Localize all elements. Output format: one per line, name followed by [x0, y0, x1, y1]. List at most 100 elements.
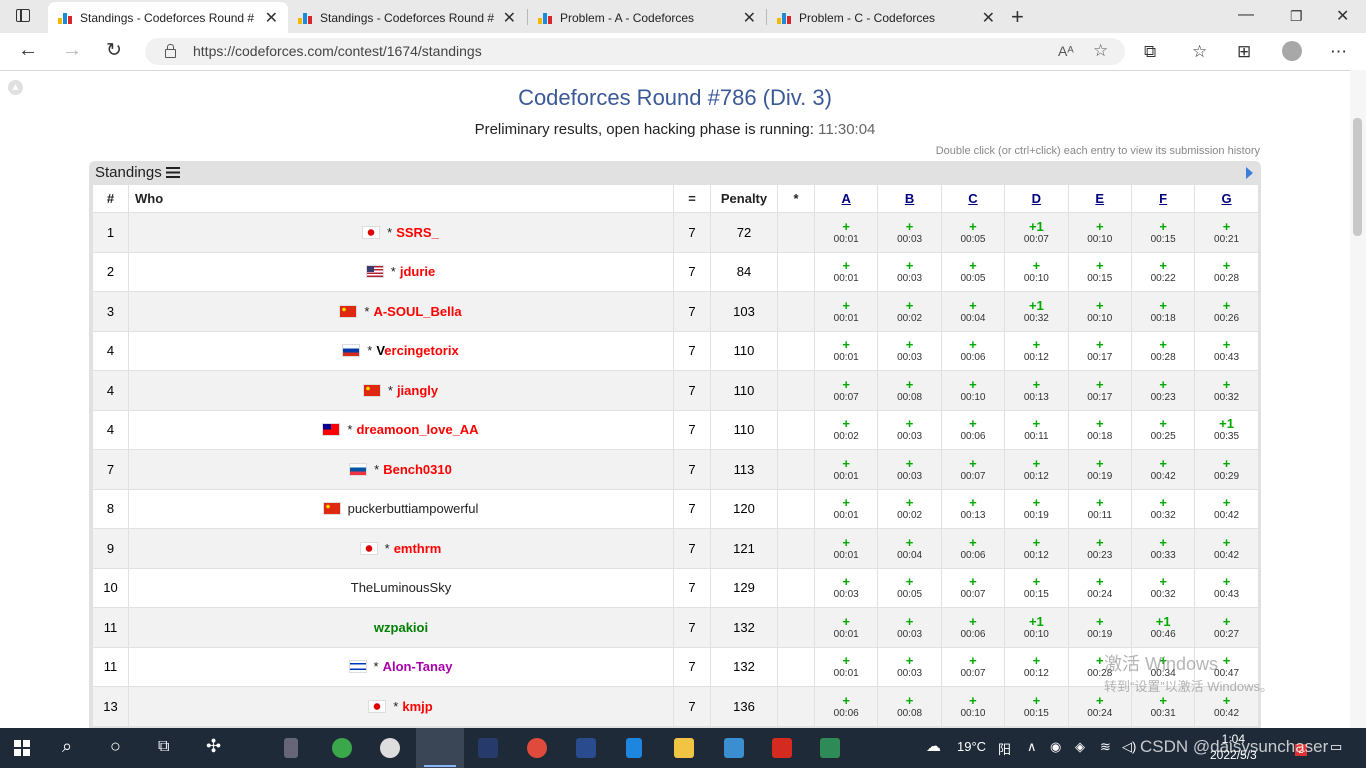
scrollbar-thumb[interactable] [1353, 118, 1362, 236]
problem-result-cell[interactable]: +00:12 [1004, 449, 1069, 490]
problem-result-cell[interactable]: +00:01 [813, 607, 879, 648]
problem-result-cell[interactable]: +00:03 [877, 449, 942, 490]
standings-row[interactable]: 3 * A-SOUL_Bella 7 103 +00:01 +00:02 +00:04 +1 00… [92, 291, 1259, 332]
standings-row[interactable]: 4 * dreamoon_love_AA 7 110 +00:02 +00:03 +00:06… [92, 409, 1259, 450]
problem-result-cell[interactable]: +00:01 [813, 646, 879, 687]
problem-result-cell[interactable]: +00:07 [940, 449, 1006, 490]
read-aloud-icon[interactable]: Aᴬ [1058, 43, 1074, 59]
lock-icon[interactable] [165, 44, 176, 58]
problem-result-cell[interactable]: +00:12 [1004, 646, 1069, 687]
problem-result-cell[interactable]: +00:02 [813, 409, 879, 450]
tab-standings-2[interactable]: Standings - Codeforces Round # ✕ [288, 2, 526, 33]
profile-avatar[interactable] [1282, 41, 1302, 61]
problem-result-cell[interactable]: +00:06 [940, 330, 1006, 371]
problem-result-cell[interactable]: +1 00:46 [1130, 607, 1196, 648]
problem-result-cell[interactable]: +00:06 [813, 686, 879, 727]
problem-result-cell[interactable]: +00:03 [877, 646, 942, 687]
standings-row[interactable]: 10 TheLuminousSky 7 129 +00:03 +00:05 +00:07 +0… [92, 567, 1259, 608]
participant-handle[interactable]: SSRS_ [396, 225, 439, 240]
problem-result-cell[interactable]: +00:11 [1004, 409, 1069, 450]
problem-result-cell[interactable]: +1 00:07 [1004, 212, 1069, 253]
back-icon[interactable]: ← [18, 39, 38, 62]
problem-result-cell[interactable]: +00:07 [813, 370, 879, 411]
close-tab-icon[interactable]: ✕ [982, 8, 995, 28]
participant-handle[interactable]: dreamoon_love_AA [356, 422, 478, 437]
participant-handle[interactable]: Vercingetorix [376, 343, 458, 358]
problem-result-cell[interactable]: +00:02 [877, 488, 942, 529]
problem-result-cell[interactable]: +00:03 [877, 212, 942, 253]
problem-result-cell[interactable]: +00:18 [1067, 409, 1132, 450]
standings-row[interactable]: 4 * jiangly 7 110 +00:07 +00:08 +00:10 +00:13 +00… [92, 370, 1259, 411]
problem-d-link[interactable]: D [1032, 191, 1041, 206]
problem-result-cell[interactable]: +00:42 [1194, 488, 1259, 529]
problem-result-cell[interactable]: +00:32 [1194, 370, 1259, 411]
standings-row[interactable]: 7 * Bench0310 7 113 +00:01 +00:03 +00:07 +00:12 +… [92, 449, 1259, 490]
participant-handle[interactable]: Bench0310 [383, 462, 452, 477]
problem-result-cell[interactable]: +00:24 [1067, 567, 1132, 608]
participant-handle[interactable]: TheLuminousSky [351, 580, 451, 595]
extensions-icon[interactable]: ⧉ [1144, 42, 1156, 62]
problem-result-cell[interactable]: +00:15 [1067, 251, 1132, 292]
tab-standings-active[interactable]: Standings - Codeforces Round # ✕ [48, 2, 288, 33]
problem-result-cell[interactable]: +00:02 [877, 291, 942, 332]
cortana-icon[interactable]: ○ [110, 736, 121, 757]
game-app-icon[interactable] [478, 738, 498, 758]
problem-result-cell[interactable]: +1 00:10 [1004, 607, 1069, 648]
search-icon[interactable]: ⌕ [62, 736, 72, 757]
file-explorer-icon[interactable] [674, 738, 694, 758]
problem-result-cell[interactable]: +00:15 [1004, 567, 1069, 608]
standings-row[interactable]: 13 * kmjp 7 136 +00:06 +00:08 +00:10 +00:15 +00:2… [92, 686, 1259, 727]
standings-row[interactable]: 11 wzpakioi 7 132 +00:01 +00:03 +00:06 +1 00:10 +… [92, 607, 1259, 648]
photos-icon[interactable] [724, 738, 744, 758]
standings-row[interactable]: 9 * emthrm 7 121 +00:01 +00:04 +00:06 +00:12 +00:… [92, 528, 1259, 569]
problem-result-cell[interactable]: +00:10 [1067, 212, 1132, 253]
problem-result-cell[interactable]: +00:05 [940, 251, 1006, 292]
problem-result-cell[interactable]: +00:43 [1194, 330, 1259, 371]
acrobat-icon[interactable] [772, 738, 792, 758]
problem-result-cell[interactable]: +00:25 [1130, 409, 1196, 450]
green-browser-icon[interactable] [332, 738, 352, 758]
problem-result-cell[interactable]: +00:17 [1067, 330, 1132, 371]
problem-result-cell[interactable]: +00:22 [1130, 251, 1196, 292]
problem-f-link[interactable]: F [1159, 191, 1167, 206]
problem-result-cell[interactable]: +00:26 [1194, 291, 1259, 332]
problem-result-cell[interactable]: +00:03 [877, 330, 942, 371]
tray-expand-icon[interactable]: ∧ [1027, 739, 1037, 755]
problem-result-cell[interactable]: +00:28 [1130, 330, 1196, 371]
problem-result-cell[interactable]: +00:32 [1130, 488, 1196, 529]
problem-result-cell[interactable]: +00:11 [1067, 488, 1132, 529]
dev-cpp-icon[interactable] [576, 738, 596, 758]
problem-result-cell[interactable]: +00:15 [1004, 686, 1069, 727]
problem-result-cell[interactable]: +00:01 [813, 449, 879, 490]
list-icon[interactable] [165, 167, 180, 178]
settings-more-icon[interactable]: ⋯ [1330, 42, 1347, 62]
standings-row[interactable]: 4 * Vercingetorix 7 110 +00:01 +00:03 +00:06 +00… [92, 330, 1259, 371]
problem-result-cell[interactable]: +00:10 [940, 686, 1006, 727]
address-bar[interactable]: https://codeforces.com/contest/1674/stan… [145, 38, 1125, 65]
problem-result-cell[interactable]: +00:03 [877, 607, 942, 648]
problem-result-cell[interactable]: +00:12 [1004, 330, 1069, 371]
problem-result-cell[interactable]: +00:27 [1194, 607, 1259, 648]
close-tab-icon[interactable]: ✕ [743, 8, 756, 28]
url-text[interactable]: https://codeforces.com/contest/1674/stan… [193, 43, 482, 59]
problem-result-cell[interactable]: +00:01 [813, 251, 879, 292]
problem-result-cell[interactable]: +00:19 [1004, 488, 1069, 529]
task-view-icon[interactable]: ⧉ [158, 738, 169, 756]
problem-result-cell[interactable]: +00:01 [813, 488, 879, 529]
standings-row[interactable]: 8 puckerbuttiampowerful 7 120 +00:01 +00:02 +0… [92, 488, 1259, 529]
problem-result-cell[interactable]: +00:23 [1067, 528, 1132, 569]
forward-icon[interactable]: → [62, 39, 82, 62]
problem-result-cell[interactable]: +00:08 [877, 370, 942, 411]
problem-result-cell[interactable]: +00:07 [940, 567, 1006, 608]
usb-device-icon[interactable] [284, 738, 298, 758]
problem-result-cell[interactable]: +00:01 [813, 528, 879, 569]
problem-result-cell[interactable]: +00:03 [813, 567, 879, 608]
participant-handle[interactable]: wzpakioi [374, 620, 428, 635]
problem-result-cell[interactable]: +00:29 [1194, 449, 1259, 490]
standings-row[interactable]: 11 * Alon-Tanay 7 132 +00:01 +00:03 +00:07 +00:1… [92, 646, 1259, 687]
problem-result-cell[interactable]: +00:43 [1194, 567, 1259, 608]
problem-result-cell[interactable]: +1 00:35 [1194, 409, 1259, 450]
tab-actions-icon[interactable] [16, 9, 30, 22]
problem-result-cell[interactable]: +1 00:32 [1004, 291, 1069, 332]
problem-a-link[interactable]: A [842, 191, 851, 206]
